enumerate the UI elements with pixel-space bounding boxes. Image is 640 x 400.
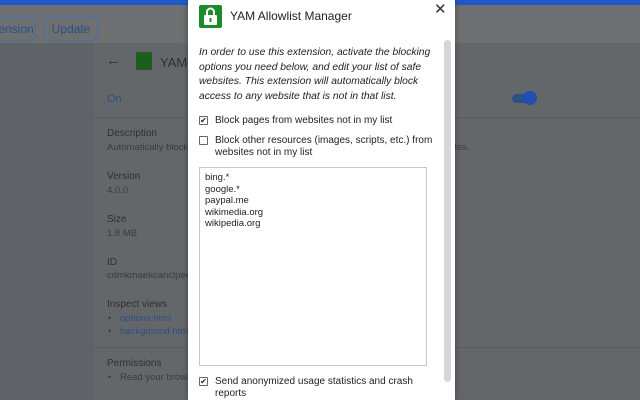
extension-lock-icon [136, 52, 152, 70]
allowlist-entry: bing.* [205, 172, 230, 183]
block-pages-option[interactable]: ✔ Block pages from websites not in my li… [199, 115, 435, 127]
id-value: cdmkmaekcanclpee [107, 270, 191, 281]
allowlist-entry: wikimedia.org [205, 206, 264, 218]
size-label: Size [107, 214, 127, 225]
description-label: Description [107, 128, 158, 139]
close-icon[interactable]: ✕ [434, 0, 447, 18]
inspect-views-label: Inspect views [107, 299, 168, 310]
usage-stats-option[interactable]: ✔ Send anonymized usage statistics and c… [199, 376, 435, 400]
allowlist-manager-dialog: YAM Allowlist Manager ✕ In order to use … [188, 0, 455, 400]
padlock-icon [199, 5, 222, 28]
block-resources-label: Block other resources (images, scripts, … [215, 135, 433, 158]
size-value: 1.8 MB [107, 228, 138, 239]
allowlist-entry: paypal.me [205, 195, 249, 206]
block-resources-option[interactable]: Block other resources (images, scripts, … [199, 135, 435, 159]
enabled-label: On [107, 93, 122, 105]
allowlist-textarea[interactable]: bing.* google.* paypal.me wikimedia.org … [199, 167, 427, 366]
block-resources-checkbox[interactable] [199, 136, 208, 145]
bullet: • [108, 326, 112, 336]
block-pages-checkbox[interactable]: ✔ [199, 116, 208, 125]
block-pages-label: Block pages from websites not in my list [215, 115, 393, 126]
instructions-text: In order to use this extension, activate… [199, 47, 431, 102]
allowlist-entry: wikipedia.org [205, 218, 261, 229]
id-label: ID [107, 257, 117, 268]
permissions-item: Read your brows [120, 372, 192, 383]
allowlist-entry: google.* [205, 183, 240, 195]
usage-stats-checkbox[interactable]: ✔ [199, 377, 208, 386]
background-html-link[interactable]: background.html [120, 326, 190, 337]
usage-stats-label: Send anonymized usage statistics and cra… [215, 376, 413, 399]
dialog-scrollbar[interactable] [444, 40, 451, 382]
update-button[interactable]: Update [44, 17, 98, 41]
dialog-title: YAM Allowlist Manager [230, 9, 352, 23]
bullet: • [108, 372, 112, 382]
bullet: • [108, 313, 112, 323]
permissions-label: Permissions [107, 358, 162, 369]
extension-button[interactable]: ension [0, 17, 36, 41]
version-label: Version [107, 171, 141, 182]
version-value: 4.0.0 [107, 185, 129, 196]
enable-toggle[interactable] [512, 91, 537, 105]
description-text: Automatically block [107, 142, 189, 153]
back-arrow-icon[interactable]: ← [106, 52, 121, 69]
options-html-link[interactable]: options.html [120, 313, 171, 324]
